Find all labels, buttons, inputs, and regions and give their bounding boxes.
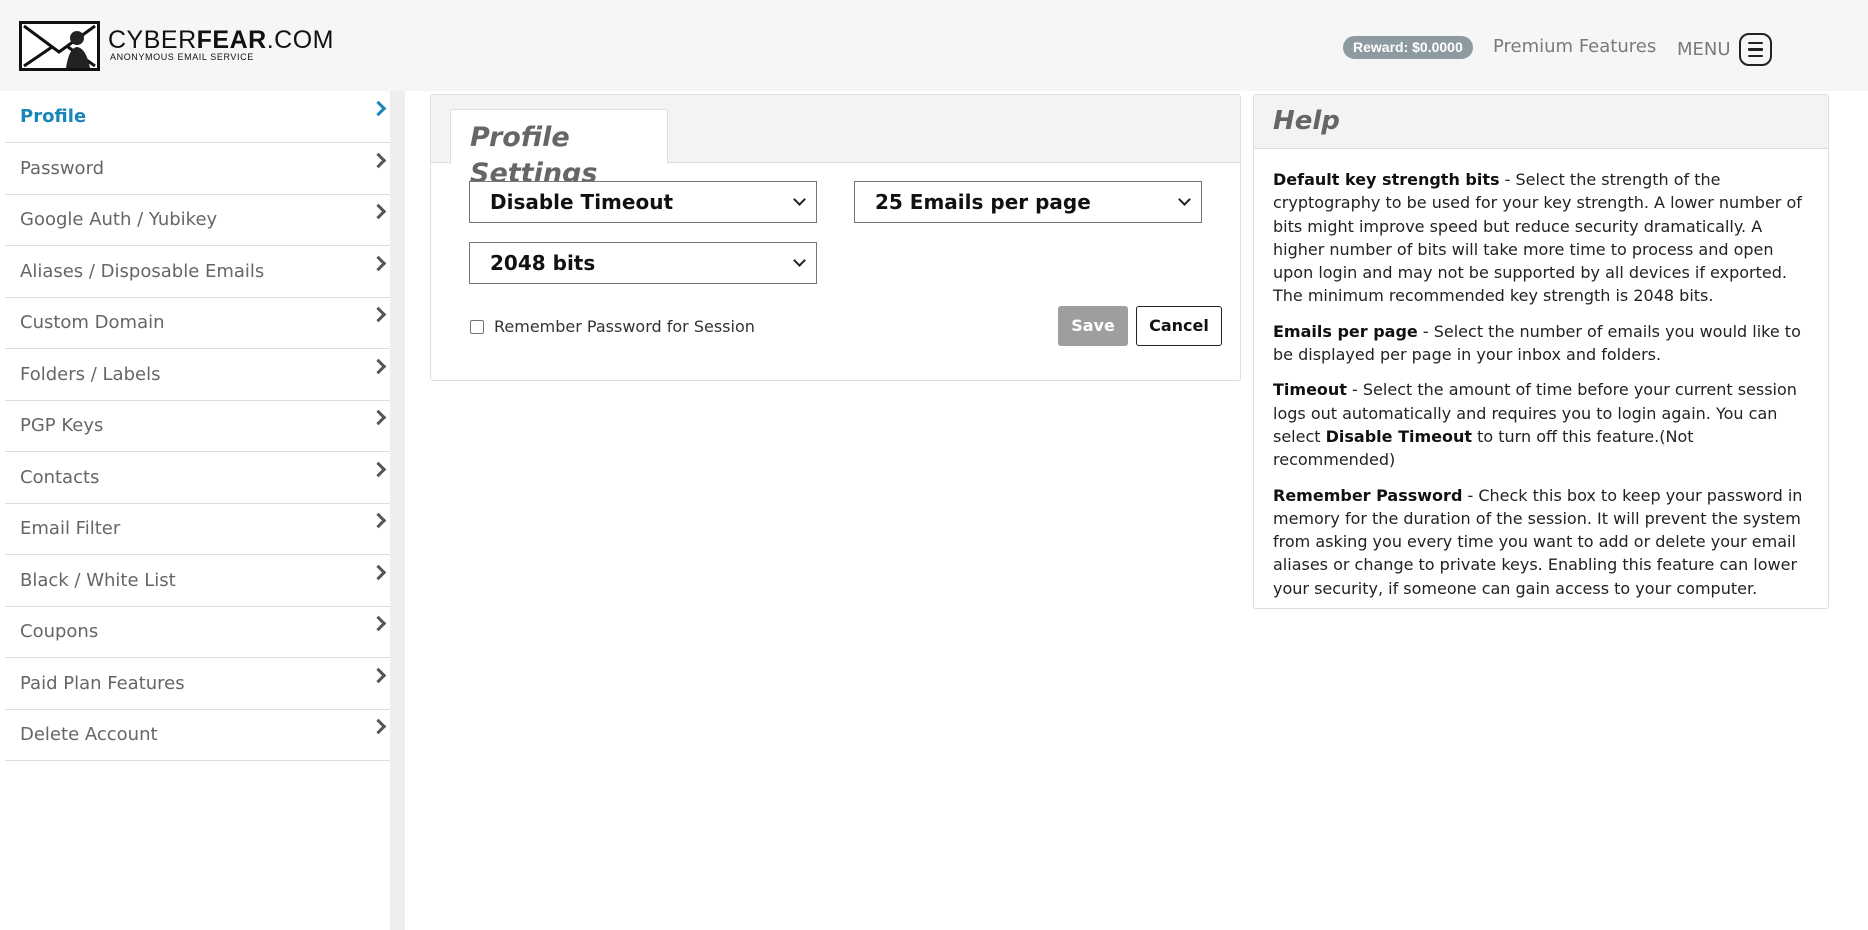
sidebar-divider [390,91,405,930]
sidebar-item-google-auth[interactable]: Google Auth / Yubikey [5,194,390,246]
sidebar-item-label: Custom Domain [20,311,165,333]
logo-wordmark: CYBERFEAR.COM ANONYMOUS EMAIL SERVICE [108,26,334,63]
help-text: - Select the strength of the cryptograph… [1273,170,1802,306]
sidebar-item-label: Profile [20,105,87,127]
emails-per-page-select[interactable]: 25 Emails per page [854,181,1202,223]
chevron-right-icon [373,565,385,579]
sidebar-item-delete-account[interactable]: Delete Account [5,709,390,761]
remember-password-label[interactable]: Remember Password for Session [494,316,755,338]
help-emails-per-page: Emails per page - Select the number of e… [1273,320,1813,367]
sidebar-item-password[interactable]: Password [5,143,390,195]
key-strength-select[interactable]: 2048 bits [469,242,817,284]
sidebar-item-black-white-list[interactable]: Black / White List [5,555,390,607]
chevron-right-icon [373,307,385,321]
chevron-right-icon [373,668,385,682]
help-header: Help [1254,95,1828,149]
cancel-button[interactable]: Cancel [1136,306,1222,346]
sidebar-item-folders[interactable]: Folders / Labels [5,349,390,401]
sidebar-item-label: Password [20,157,105,179]
sidebar-item-label: Contacts [20,466,100,488]
panel-header: Profile Settings [431,95,1240,189]
chevron-right-icon [373,101,385,115]
sidebar-item-email-filter[interactable]: Email Filter [5,503,390,555]
sidebar-item-label: Delete Account [20,723,158,745]
chevron-right-icon [373,719,385,733]
sidebar-item-label: Folders / Labels [20,363,161,385]
help-key-strength: Default key strength bits - Select the s… [1273,168,1813,308]
sidebar-item-coupons[interactable]: Coupons [5,606,390,658]
help-body: Default key strength bits - Select the s… [1273,168,1813,612]
sidebar-item-contacts[interactable]: Contacts [5,452,390,504]
save-button[interactable]: Save [1058,306,1128,346]
tab-profile-settings[interactable]: Profile Settings [450,109,668,189]
logo-title-bold: FEAR [196,26,267,54]
help-term: Timeout [1273,380,1347,400]
remember-password-checkbox[interactable] [470,320,484,334]
help-title: Help [1273,106,1340,136]
hamburger-icon [1738,33,1772,66]
chevron-right-icon [373,256,385,270]
profile-settings-panel: Profile Settings Disable Timeout 25 Emai… [430,94,1241,381]
sidebar-item-profile[interactable]: Profile [5,91,390,143]
sidebar-item-label: Black / White List [20,569,176,591]
settings-sidebar: Profile Password Google Auth / Yubikey A… [5,91,405,930]
chevron-right-icon [373,513,385,527]
sidebar-item-label: Paid Plan Features [20,672,185,694]
sidebar-item-label: Google Auth / Yubikey [20,208,218,230]
chevron-right-icon [373,204,385,218]
help-term: Disable Timeout [1325,426,1473,446]
logo-title-light: CYBER [108,26,197,54]
sidebar-item-paid-plan[interactable]: Paid Plan Features [5,658,390,710]
chevron-right-icon [373,462,385,476]
help-timeout: Timeout - Select the amount of time befo… [1273,378,1813,471]
reward-badge[interactable]: Reward: $0.0000 [1343,36,1473,59]
chevron-right-icon [373,153,385,167]
sidebar-item-label: Aliases / Disposable Emails [20,260,265,282]
help-term: Default key strength bits [1273,170,1500,189]
site-logo[interactable]: CYBERFEAR.COM ANONYMOUS EMAIL SERVICE [19,21,334,71]
sidebar-item-label: Coupons [20,620,99,642]
sidebar-item-custom-domain[interactable]: Custom Domain [5,297,390,349]
sidebar-item-aliases[interactable]: Aliases / Disposable Emails [5,246,390,298]
chevron-right-icon [373,359,385,373]
menu-label: MENU [1677,38,1731,60]
help-term: Remember Password [1273,485,1463,505]
sidebar-item-pgp-keys[interactable]: PGP Keys [5,400,390,452]
help-remember-password: Remember Password - Check this box to ke… [1273,484,1813,600]
top-header: CYBERFEAR.COM ANONYMOUS EMAIL SERVICE Re… [0,0,1868,91]
help-panel: Help Default key strength bits - Select … [1253,94,1829,609]
help-term: Emails per page [1273,321,1418,341]
logo-title-suffix: .COM [266,26,334,54]
sidebar-item-label: PGP Keys [20,414,104,436]
menu-button[interactable]: MENU [1677,33,1772,66]
chevron-right-icon [373,410,385,424]
chevron-right-icon [373,616,385,630]
timeout-select[interactable]: Disable Timeout [469,181,817,223]
envelope-logo-icon [19,21,100,71]
premium-features-link[interactable]: Premium Features [1493,35,1656,59]
sidebar-item-label: Email Filter [20,517,121,539]
